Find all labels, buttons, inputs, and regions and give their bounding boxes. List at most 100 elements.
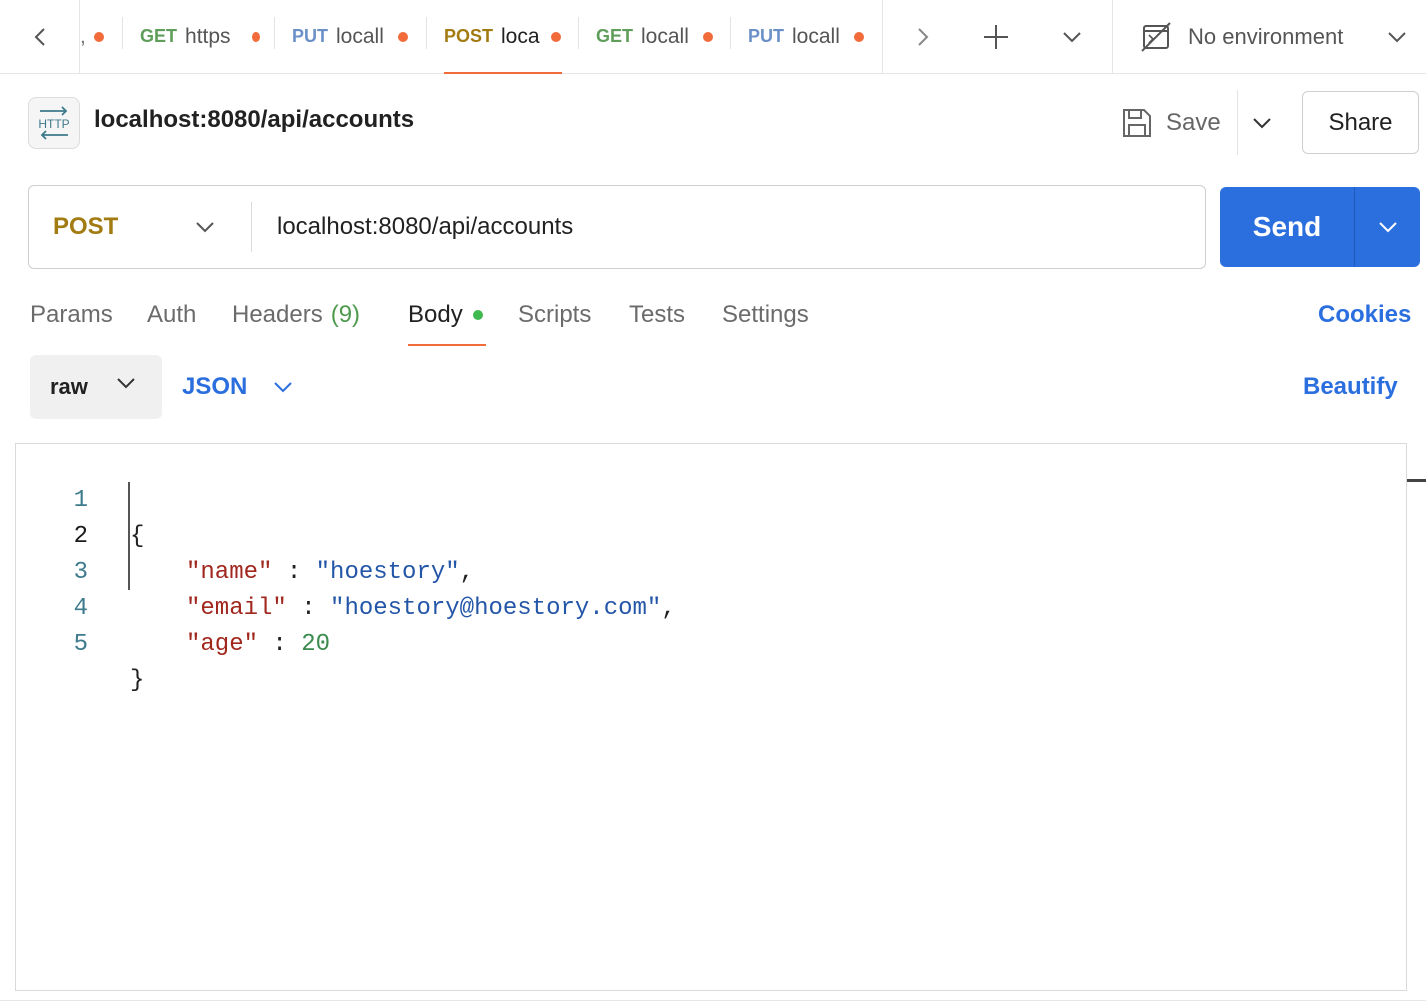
environment-selector[interactable]: No environment — [1140, 0, 1407, 73]
code-text: } — [130, 663, 144, 699]
share-button[interactable]: Share — [1302, 91, 1419, 154]
tab-separator — [730, 17, 731, 49]
send-options-button[interactable] — [1355, 187, 1420, 267]
beautify-button[interactable]: Beautify — [1303, 355, 1398, 419]
json-number-value: 20 — [301, 631, 331, 658]
headers-count: (9) — [330, 301, 361, 328]
save-icon — [1123, 109, 1151, 137]
editor-scrollbar-track[interactable] — [1406, 443, 1407, 991]
chevron-down-icon — [117, 378, 135, 389]
tab-auth[interactable]: Auth — [147, 295, 196, 335]
tab-separator — [426, 17, 427, 49]
tab-method: PUT — [292, 26, 328, 46]
tab-settings[interactable]: Settings — [722, 295, 809, 335]
request-tab[interactable]: GET https — [140, 0, 260, 73]
close-brace: } — [130, 667, 145, 694]
body-mode-dropdown[interactable]: raw — [30, 355, 162, 419]
tab-params[interactable]: Params — [30, 295, 113, 335]
chevron-down-icon — [1378, 222, 1397, 233]
active-tab-indicator — [444, 72, 562, 74]
body-code-editor[interactable]: 1 { 2 "name" : "hoestory", 3 "email" : "… — [15, 443, 1407, 991]
request-tab[interactable]: GET locall — [596, 0, 718, 73]
url-input[interactable] — [277, 186, 1177, 267]
body-mode-label: raw — [50, 374, 88, 399]
scroll-tabs-left-button[interactable] — [0, 0, 80, 73]
save-label: Save — [1166, 109, 1221, 136]
method-dropdown-caret[interactable] — [195, 186, 215, 267]
editor-scroll-marker — [1407, 479, 1426, 482]
chevron-down-icon — [1388, 31, 1407, 42]
code-line: 5 } — [16, 591, 1396, 694]
request-tab[interactable]: , — [80, 0, 122, 73]
unsaved-dot — [252, 31, 260, 42]
tab-title: , — [80, 24, 86, 48]
chevron-down-icon — [196, 221, 214, 232]
tab-title: locall — [641, 24, 689, 48]
code-line: 4 "age" : 20 — [16, 555, 1396, 658]
tab-headers[interactable]: Headers (9) — [232, 295, 360, 335]
tab-strip-divider — [882, 0, 883, 73]
request-title[interactable]: localhost:8080/api/accounts — [94, 106, 414, 134]
json-key: "age" — [186, 631, 259, 658]
http-request-badge: HTTP — [28, 97, 80, 149]
send-button[interactable]: Send — [1220, 187, 1354, 267]
active-subtab-indicator — [408, 344, 486, 346]
tab-method: GET — [140, 26, 178, 46]
tab-title: locall — [336, 24, 384, 48]
code-line: 1 { — [16, 447, 1396, 550]
unsaved-dot — [551, 31, 562, 42]
new-tab-button[interactable] — [970, 0, 1022, 73]
tab-method: POST — [444, 26, 494, 46]
tab-method: GET — [596, 26, 634, 46]
tab-strip-divider — [1112, 0, 1113, 73]
tab-body[interactable]: Body — [408, 295, 483, 335]
unsaved-dot — [854, 31, 864, 42]
cookies-link[interactable]: Cookies — [1318, 295, 1411, 335]
unsaved-dot — [703, 31, 714, 42]
request-tab-active[interactable]: POST loca — [444, 0, 562, 74]
environment-label: No environment — [1188, 23, 1344, 49]
body-modified-dot — [472, 310, 483, 320]
body-language-dropdown[interactable]: JSON — [182, 355, 293, 419]
tab-title: locall — [792, 24, 840, 48]
chevron-down-icon — [274, 382, 293, 393]
tab-separator — [578, 17, 579, 49]
no-environment-icon — [1141, 21, 1171, 52]
http-icon: HTTP — [38, 106, 70, 140]
tab-headers-label: Headers — [232, 301, 323, 328]
save-options-button[interactable] — [1244, 97, 1280, 149]
unsaved-dot — [93, 31, 104, 42]
chevron-right-icon — [918, 27, 929, 46]
body-language-label: JSON — [182, 373, 248, 400]
method-selector[interactable]: POST — [29, 186, 251, 267]
save-button[interactable]: Save — [1120, 97, 1221, 149]
tab-method: PUT — [748, 26, 784, 46]
json-colon: : — [258, 631, 302, 658]
tab-separator — [122, 17, 123, 49]
chevron-down-icon — [1063, 31, 1081, 42]
tab-separator — [274, 17, 275, 49]
chevron-left-icon — [34, 27, 45, 46]
tab-overflow-button[interactable] — [1050, 0, 1094, 73]
http-icon-text: HTTP — [38, 117, 69, 131]
bottom-divider — [0, 1000, 1426, 1001]
tab-title: loca — [501, 24, 540, 48]
save-divider — [1237, 90, 1238, 155]
code-text: "age" : 20 — [186, 627, 330, 663]
url-bar: POST — [28, 185, 1206, 269]
tab-body-label: Body — [408, 301, 463, 328]
chevron-down-icon — [1253, 118, 1271, 129]
code-line: 3 "email" : "hoestory@hoestory.com", — [16, 519, 1396, 622]
tab-strip: , GET https PUT locall POST loca GET loc… — [0, 0, 1426, 74]
request-tab[interactable]: PUT locall — [292, 0, 412, 73]
plus-icon — [984, 24, 1008, 49]
tab-tests[interactable]: Tests — [629, 295, 685, 335]
scroll-tabs-right-button[interactable] — [900, 0, 946, 73]
tab-scripts[interactable]: Scripts — [518, 295, 591, 335]
method-label: POST — [53, 212, 119, 240]
request-tab[interactable]: PUT locall — [748, 0, 870, 73]
tab-title: https — [185, 24, 231, 48]
url-separator — [251, 202, 252, 252]
unsaved-dot — [398, 31, 408, 42]
send-button-group: Send — [1220, 187, 1420, 267]
